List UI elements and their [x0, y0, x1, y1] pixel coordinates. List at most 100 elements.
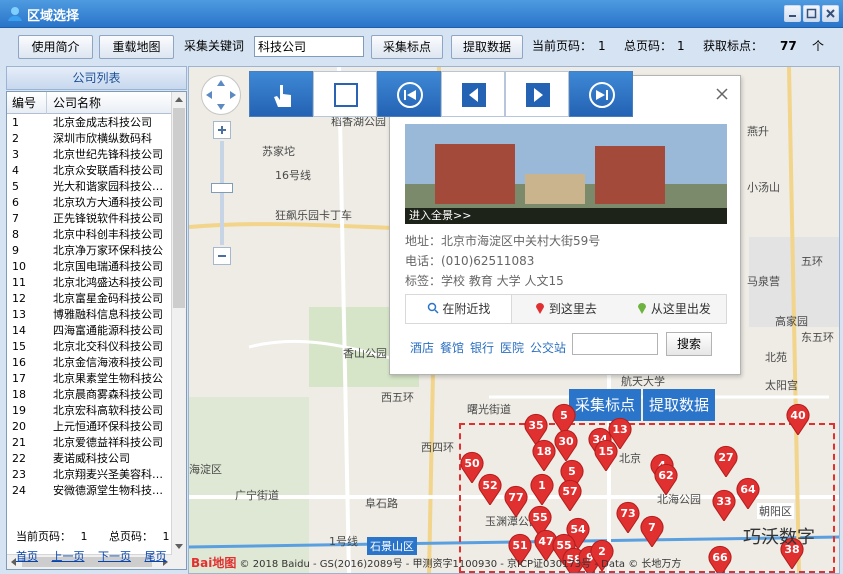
table-row[interactable]: 7 正先锋锐软件科技公司 — [7, 211, 173, 227]
link-hospital[interactable]: 医院 — [500, 339, 524, 356]
copyright-text: © 2018 Baidu - GS(2016)2089号 - 甲测资字11009… — [239, 559, 682, 570]
table-row[interactable]: 20 上元恒通环保科技公司 — [7, 419, 173, 435]
table-row[interactable]: 2 深圳市欣横纵数码科 — [7, 131, 173, 147]
tool-first[interactable] — [377, 71, 441, 117]
tool-next[interactable] — [505, 71, 569, 117]
marker-number: 52 — [482, 479, 498, 492]
tab-from-here[interactable]: 从这里出发 — [620, 295, 728, 323]
map-marker[interactable]: 64 — [735, 477, 761, 509]
row-id: 12 — [12, 292, 26, 305]
company-list-panel: 公司列表 编号 公司名称 1 北京金成志科技公司 2 深圳市欣横纵数码科 3 北京世纪先锋… — [6, 66, 187, 572]
scroll-thumb[interactable] — [173, 108, 185, 308]
map-marker[interactable]: 18 — [531, 439, 557, 471]
zoom-in-button[interactable] — [213, 121, 231, 139]
minimize-icon — [789, 15, 796, 17]
table-row[interactable]: 23 北京翔麦兴圣美容科… — [7, 467, 173, 483]
table-row[interactable]: 10 北京国电瑞通科技公司 — [7, 259, 173, 275]
map-marker[interactable]: 52 — [477, 473, 503, 505]
table-row[interactable]: 19 北京宏科高软科技公司 — [7, 403, 173, 419]
tool-rectangle[interactable] — [313, 71, 377, 117]
zoom-track[interactable] — [220, 141, 224, 245]
row-id: 23 — [12, 468, 26, 481]
table-row[interactable]: 13 博雅融科信息科技公司 — [7, 307, 173, 323]
tool-prev[interactable] — [441, 71, 505, 117]
map-marker[interactable]: 57 — [557, 479, 583, 511]
table-row[interactable]: 21 北京爱德益祥科技公司 — [7, 435, 173, 451]
table-row[interactable]: 8 北京中科创丰科技公司 — [7, 227, 173, 243]
map-marker[interactable]: 40 — [785, 403, 811, 435]
row-company-name: 四海富通能源科技公司 — [53, 324, 163, 337]
table-row[interactable]: 9 北京净万家环保科技公 — [7, 243, 173, 259]
map-extract-data-button[interactable]: 提取数据 — [643, 389, 716, 421]
close-icon[interactable] — [716, 88, 728, 100]
zoom-control[interactable] — [211, 121, 233, 267]
link-restaurant[interactable]: 餐馆 — [440, 339, 464, 356]
table-row[interactable]: 11 北京北鸿盛达科技公司 — [7, 275, 173, 291]
scroll-up-arrow-icon[interactable] — [172, 92, 186, 107]
extract-data-button[interactable]: 提取数据 — [451, 35, 523, 59]
link-hotel[interactable]: 酒店 — [410, 339, 434, 356]
table-row[interactable]: 1 北京金成志科技公司 — [7, 115, 173, 131]
zoom-out-button[interactable] — [213, 247, 231, 265]
row-company-name: 麦诺威科技公司 — [53, 452, 130, 465]
maximize-button[interactable] — [803, 5, 820, 22]
tab-go-here[interactable]: 到这里去 — [512, 295, 620, 323]
minimize-button[interactable] — [784, 5, 801, 22]
map-marker[interactable]: 7 — [639, 515, 665, 547]
table-row[interactable]: 5 光大和谐家园科技公… — [7, 179, 173, 195]
nearby-search-input[interactable] — [572, 333, 658, 355]
map-marker[interactable]: 1 — [529, 473, 555, 505]
map-view[interactable]: 稻香湖公园 苏家坨 16号线 狂飙乐园卡丁车 香山公园 西五环 西四环 曙光街道… — [188, 66, 840, 574]
table-row[interactable]: 22 麦诺威科技公司 — [7, 451, 173, 467]
table-row[interactable]: 18 北京晨商雾森科技公司 — [7, 387, 173, 403]
keyword-input[interactable] — [254, 36, 364, 57]
map-marker[interactable]: 62 — [653, 463, 679, 495]
intro-button[interactable]: 使用简介 — [18, 35, 93, 59]
marker-number: 5 — [568, 465, 576, 478]
row-company-name: 北京众安联盾科技公司 — [53, 164, 163, 177]
tool-last[interactable] — [569, 71, 633, 117]
table-row[interactable]: 6 北京玖方大通科技公司 — [7, 195, 173, 211]
table-row[interactable]: 3 北京世纪先锋科技公司 — [7, 147, 173, 163]
link-bus-stop[interactable]: 公交站 — [530, 339, 566, 356]
nearby-search-button[interactable]: 搜索 — [666, 332, 712, 356]
table-row[interactable]: 15 北京北交科仪科技公司 — [7, 339, 173, 355]
map-marker[interactable]: 15 — [593, 439, 619, 471]
pager-current-label: 当前页码： — [16, 530, 71, 543]
tab-nearby[interactable]: 在附近找 — [406, 295, 512, 323]
plus-icon — [218, 126, 226, 134]
column-header-id[interactable]: 编号 — [7, 92, 47, 114]
table-row[interactable]: 4 北京众安联盾科技公司 — [7, 163, 173, 179]
next-page-link[interactable]: 下一页 — [98, 550, 131, 563]
column-header-name[interactable]: 公司名称 — [48, 92, 173, 114]
map-marker[interactable]: 33 — [711, 489, 737, 521]
row-id: 5 — [12, 180, 19, 193]
map-marker[interactable]: 77 — [503, 485, 529, 517]
map-marker[interactable]: 73 — [615, 501, 641, 533]
map-marker[interactable]: 27 — [713, 445, 739, 477]
table-row[interactable]: 14 四海富通能源科技公司 — [7, 323, 173, 339]
window-title: 区域选择 — [27, 9, 80, 24]
panorama-link[interactable]: 进入全景>> — [405, 208, 727, 224]
last-page-link[interactable]: 尾页 — [145, 550, 167, 563]
reload-map-button[interactable]: 重载地图 — [99, 35, 174, 59]
company-table[interactable]: 编号 公司名称 1 北京金成志科技公司 2 深圳市欣横纵数码科 3 北京世纪先锋科技公司 4… — [6, 91, 187, 570]
marker-number: 57 — [562, 485, 578, 498]
map-pan-control[interactable] — [201, 75, 241, 115]
map-label: 五环 — [801, 255, 823, 268]
first-page-link[interactable]: 首页 — [16, 550, 38, 563]
table-row[interactable]: 24 安微德源堂生物科技… — [7, 483, 173, 499]
table-row[interactable]: 12 北京富星金码科技公司 — [7, 291, 173, 307]
table-row[interactable]: 17 北京果素堂生物科技公 — [7, 371, 173, 387]
tool-pan[interactable] — [249, 71, 313, 117]
map-marker[interactable]: 66 — [707, 545, 733, 573]
panorama-photo[interactable]: 进入全景>> — [405, 124, 727, 224]
link-bank[interactable]: 银行 — [470, 339, 494, 356]
close-button[interactable] — [822, 5, 839, 22]
vertical-scrollbar[interactable] — [171, 92, 186, 569]
row-company-name: 北京中科创丰科技公司 — [53, 228, 163, 241]
prev-page-link[interactable]: 上一页 — [52, 550, 85, 563]
table-row[interactable]: 16 北京金信海液科技公司 — [7, 355, 173, 371]
collect-points-button[interactable]: 采集标点 — [371, 35, 443, 59]
zoom-slider-thumb[interactable] — [211, 183, 233, 193]
